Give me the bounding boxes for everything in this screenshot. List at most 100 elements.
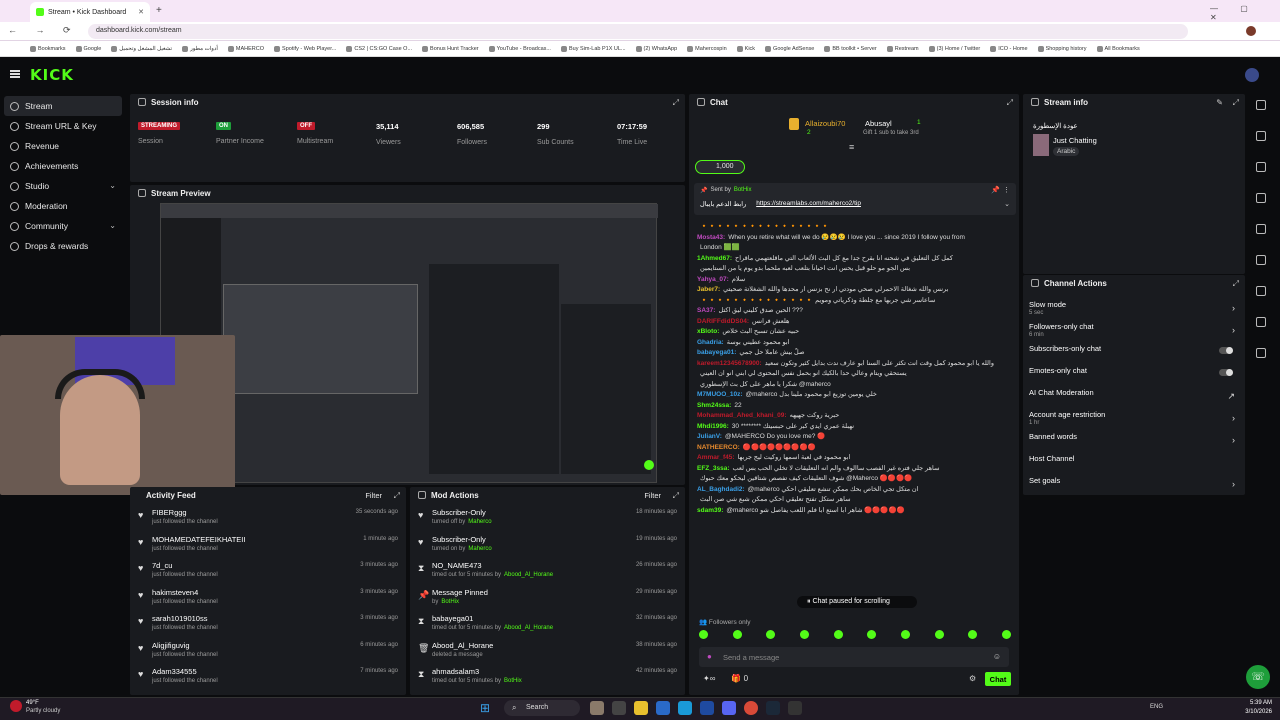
chat-message[interactable]: AL_Baghdadi2: @maherco ان متكل تجي الخاص … bbox=[689, 485, 1019, 496]
close-tab-icon[interactable]: ✕ bbox=[138, 8, 144, 16]
chat-username[interactable]: Mhdi1996: bbox=[697, 423, 729, 430]
bookmark-item[interactable]: Google AdSense bbox=[765, 45, 814, 52]
channel-action-item[interactable]: Emotes-only chat bbox=[1023, 363, 1245, 385]
chat-message[interactable]: 🔸🔸🔸🔸🔸🔸🔸🔸🔸🔸🔸🔸🔸🔸🔸🔸 bbox=[689, 222, 1019, 233]
taskview-icon[interactable] bbox=[612, 701, 626, 715]
emote-icon[interactable] bbox=[699, 630, 708, 639]
language-indicator[interactable]: ENG bbox=[1150, 704, 1163, 710]
chat-username[interactable]: JulianV: bbox=[697, 433, 722, 440]
chat-message[interactable]: Yahya_07: سلام bbox=[689, 275, 1019, 286]
chat-bubble-icon[interactable] bbox=[1256, 255, 1266, 265]
bookmark-item[interactable]: تشغيل المشغل وتحميل bbox=[111, 45, 172, 52]
chat-message-list[interactable]: 🔸🔸🔸🔸🔸🔸🔸🔸🔸🔸🔸🔸🔸🔸🔸🔸 Mosta43: When you retire … bbox=[689, 222, 1019, 614]
kick-logo[interactable]: KICK bbox=[30, 66, 74, 84]
chevron-down-icon[interactable]: ⌄ bbox=[1004, 200, 1010, 208]
mod-action-moderator[interactable]: Abood_Al_Horane bbox=[504, 572, 553, 578]
mod-action-item[interactable]: ♥ Subscriber-Only turned on by Maherco 19 mi… bbox=[410, 530, 685, 557]
profile-avatar[interactable] bbox=[1246, 26, 1256, 36]
chat-message[interactable]: Jaber7: برنس والله شغالة الاحمرلي صحي مود… bbox=[689, 285, 1019, 296]
chat-message[interactable]: xBloto: حبيه عشان تسبح البث خلاص bbox=[689, 327, 1019, 338]
mod-action-moderator[interactable]: Maherco bbox=[468, 546, 491, 552]
mod-action-item[interactable]: ⧗ babayega01 timed out for 5 minutes by Abo… bbox=[410, 609, 685, 636]
emote-icon[interactable] bbox=[799, 630, 809, 639]
sidebar-item[interactable]: Achievements bbox=[0, 156, 126, 176]
mod-action-item[interactable]: ⧗ NO_NAME473 timed out for 5 minutes by Abo… bbox=[410, 556, 685, 583]
gift-count[interactable]: 🎁 0 bbox=[731, 674, 748, 683]
window-controls[interactable]: — ▢ ✕ bbox=[1210, 4, 1280, 22]
weather-icon[interactable] bbox=[10, 700, 22, 712]
mod-action-moderator[interactable]: BotHix bbox=[504, 678, 522, 684]
chat-username[interactable]: Mohammad_Ahed_khani_09: bbox=[697, 412, 787, 419]
pinned-username[interactable]: BotHix bbox=[734, 187, 752, 194]
chat-message[interactable]: M7MUOO_10z: @maherco خلي يومين توزيع ابو … bbox=[689, 390, 1019, 401]
activity-item[interactable]: ♥ Adam334555 just followed the channel 7 mi… bbox=[130, 662, 406, 689]
bookmark-item[interactable]: All Bookmarks bbox=[1096, 45, 1140, 52]
zoom-icon[interactable] bbox=[1256, 162, 1266, 172]
chat-username[interactable]: M7MUOO_10z: bbox=[697, 391, 743, 398]
chevron-right-icon[interactable]: › bbox=[1232, 435, 1235, 445]
emote-icon[interactable] bbox=[732, 630, 742, 639]
chat-message[interactable]: EFZ_3ssa: ساهر جلي فتره غير الفصب ساالوف … bbox=[689, 464, 1019, 475]
chevron-down-icon[interactable]: ⌄ bbox=[109, 221, 116, 230]
channel-action-item[interactable]: Followers-only chat 6 min › bbox=[1023, 319, 1245, 341]
chat-message[interactable]: Ammar_f45: ابو محمود في لعبة اسمها روكيت … bbox=[689, 453, 1019, 464]
mod-action-item[interactable]: 📌 Message Pinned by BotHix 29 minutes ago bbox=[410, 583, 685, 610]
mail-icon[interactable] bbox=[656, 701, 670, 715]
activity-item[interactable]: ♥ Aligjifiguvig just followed the channel 6… bbox=[130, 636, 406, 663]
bookmark-item[interactable]: Restream bbox=[886, 45, 919, 52]
sidebar-item[interactable]: Drops & rewards bbox=[0, 236, 126, 256]
chat-username[interactable]: xBloto: bbox=[697, 328, 719, 335]
activity-item[interactable]: ♥ FIBERggg just followed the channel 35 sec… bbox=[130, 503, 406, 530]
expand-icon[interactable]: ⤢ bbox=[1233, 98, 1239, 108]
chat-message[interactable]: بس الجو مو حلو قبل يحس انت احياناً بتلعب… bbox=[689, 264, 1019, 275]
chevron-right-icon[interactable]: › bbox=[1232, 325, 1235, 335]
mod-filter-button[interactable]: Filter bbox=[644, 491, 661, 500]
chat-username[interactable]: Shm24ssa: bbox=[697, 402, 731, 409]
channel-action-item[interactable]: Subscribers-only chat bbox=[1023, 341, 1245, 363]
channel-action-item[interactable]: AI Chat Moderation ↗ bbox=[1023, 385, 1245, 407]
top-gifter-2[interactable]: Abusayl bbox=[865, 119, 892, 128]
menu-icon[interactable] bbox=[10, 70, 20, 78]
pencil-icon[interactable] bbox=[1256, 131, 1266, 141]
bookmark-item[interactable]: Google bbox=[75, 45, 101, 52]
sidebar-item[interactable]: Studio ⌄ bbox=[0, 176, 126, 196]
grid-icon[interactable] bbox=[1256, 286, 1266, 296]
bookmark-item[interactable]: ICO - Home bbox=[990, 45, 1028, 52]
chevron-down-icon[interactable]: ⌄ bbox=[109, 181, 116, 190]
chat-message[interactable]: Ghadria: ابو محمود عطيني بوسة bbox=[689, 338, 1019, 349]
url-input[interactable]: dashboard.kick.com/stream bbox=[88, 24, 1188, 39]
chevron-right-icon[interactable]: › bbox=[1232, 479, 1235, 489]
chat-message[interactable]: Mhdi1996: 30 ******** نهبلة عمري ايدي كبر… bbox=[689, 422, 1019, 433]
wrench-icon[interactable] bbox=[1256, 317, 1266, 327]
bookmark-item[interactable]: (3) Home / Twitter bbox=[928, 45, 980, 52]
edge-icon[interactable] bbox=[678, 701, 692, 715]
bookmark-item[interactable]: (2) WhatsApp bbox=[635, 45, 677, 52]
sidebar-item[interactable]: Moderation bbox=[0, 196, 126, 216]
more-options-icon[interactable]: ⋮ bbox=[1003, 186, 1010, 194]
chat-message[interactable]: sdam39: @maherco شاهر ابا استع ابا فلم ال… bbox=[689, 506, 1019, 517]
mod-action-moderator[interactable]: Abood_Al_Horane bbox=[504, 625, 553, 631]
chat-username[interactable]: babayega01: bbox=[697, 349, 736, 356]
chevron-right-icon[interactable]: › bbox=[1232, 413, 1235, 423]
channel-action-item[interactable]: Set goals › bbox=[1023, 473, 1245, 495]
settings-gear-icon[interactable]: ⚙ bbox=[969, 674, 976, 683]
chat-message[interactable]: ساهر ستكل تفتح تعليقي احكي ممكن شبع شي ص… bbox=[689, 495, 1019, 506]
bookmark-item[interactable]: CS2 | CS:GO Case O... bbox=[346, 45, 412, 52]
channel-action-item[interactable]: Host Channel bbox=[1023, 451, 1245, 473]
obs-icon[interactable] bbox=[788, 701, 802, 715]
points-icon[interactable]: ✦∞ bbox=[703, 674, 715, 683]
mod-action-moderator[interactable]: BotHix bbox=[441, 599, 459, 605]
chat-message[interactable]: kareem12345678900: والله يا ابو محمود كمل… bbox=[689, 359, 1019, 370]
bookmark-item[interactable]: MAHERCO bbox=[227, 45, 264, 52]
bookmark-item[interactable]: Spotify - Web Player... bbox=[274, 45, 336, 52]
chat-username[interactable]: Ammar_f45: bbox=[697, 454, 735, 461]
sidebar-item[interactable]: Community ⌄ bbox=[0, 216, 126, 236]
emoji-icon[interactable]: ☺ bbox=[993, 652, 1001, 661]
bookmark-item[interactable]: Bookmarks bbox=[30, 45, 66, 52]
stream-category[interactable]: Just Chatting bbox=[1053, 136, 1097, 145]
top-gifter-1[interactable]: Allaizoubi70 bbox=[805, 119, 845, 128]
chat-message[interactable]: Mohammad_Ahed_khani_09: حبرية روكت جهيهه bbox=[689, 411, 1019, 422]
chat-username[interactable]: kareem12345678900: bbox=[697, 360, 762, 367]
pinned-link[interactable]: https://streamlabs.com/maherco2/tip bbox=[756, 200, 861, 208]
chevron-right-icon[interactable]: › bbox=[1232, 303, 1235, 313]
